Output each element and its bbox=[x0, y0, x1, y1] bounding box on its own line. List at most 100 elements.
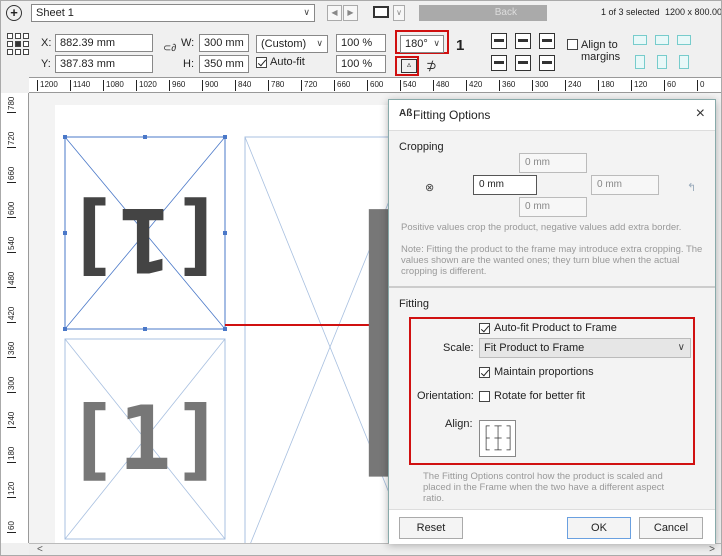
ruler-tick-label: 1020 bbox=[136, 80, 157, 91]
frame-view-dropdown[interactable]: ∨ bbox=[393, 5, 405, 21]
scroll-right-icon[interactable]: > bbox=[709, 544, 715, 555]
ruler-tick-label: 660 bbox=[7, 166, 16, 183]
scale-select[interactable]: Fit Product to Frame ∨ bbox=[479, 338, 691, 358]
fitting-section: Fitting Auto-fit Product to Frame Scale:… bbox=[389, 287, 715, 509]
toolbar-properties: X: 882.39 mm Y: 387.83 mm ⊂∂ W: 300 mm H… bbox=[1, 25, 721, 77]
align-bottom-icon[interactable] bbox=[539, 33, 555, 49]
crop-left-input[interactable]: 0 mm bbox=[473, 175, 537, 195]
reset-button[interactable]: Reset bbox=[399, 517, 463, 539]
align-bottom-center-icon[interactable]: ┴ bbox=[492, 445, 504, 457]
back-button[interactable]: Back bbox=[419, 5, 547, 21]
fitting-options-app-icon: Aß bbox=[399, 108, 413, 119]
align-middle-icon[interactable] bbox=[515, 33, 531, 49]
align-top-center-icon[interactable]: ┬ bbox=[492, 421, 504, 433]
rotation-value: 180° bbox=[405, 38, 428, 50]
align-middle-right-icon[interactable]: ┤ bbox=[504, 433, 516, 445]
frame-view-icon[interactable] bbox=[373, 6, 389, 18]
ruler-tick-label: 1200 bbox=[37, 80, 58, 91]
distribute-bottom-icon[interactable] bbox=[679, 55, 689, 69]
autofit-product-label: Auto-fit Product to Frame bbox=[494, 322, 617, 334]
ruler-tick-label: 420 bbox=[7, 306, 16, 323]
align-top-left-icon[interactable]: ┌ bbox=[480, 421, 492, 433]
distribute-middle-icon[interactable] bbox=[657, 55, 667, 69]
height-input[interactable]: 350 mm bbox=[199, 55, 249, 73]
align-right-icon[interactable] bbox=[539, 55, 555, 71]
rotation-select[interactable]: 180° ∨ bbox=[400, 35, 444, 53]
flip-icon[interactable]: 1 bbox=[456, 37, 464, 54]
align-top-icon[interactable] bbox=[491, 33, 507, 49]
align-bottom-right-icon[interactable]: ┘ bbox=[504, 445, 516, 457]
cancel-button[interactable]: Cancel bbox=[639, 517, 703, 539]
reset-crop-icon[interactable]: ↰ bbox=[687, 181, 696, 194]
align-middle-left-icon[interactable]: ├ bbox=[480, 433, 492, 445]
ruler-tick-label: 540 bbox=[7, 236, 16, 253]
align-left-icon[interactable] bbox=[491, 55, 507, 71]
ruler-tick-label: 660 bbox=[334, 80, 350, 91]
scale-height-input[interactable]: 100 % bbox=[336, 55, 386, 73]
ruler-tick-label: 960 bbox=[169, 80, 185, 91]
distribute-right-icon[interactable] bbox=[677, 35, 691, 45]
y-input[interactable]: 387.83 mm bbox=[55, 55, 153, 73]
align-margins-check-icon[interactable] bbox=[567, 39, 578, 50]
crop-top-input[interactable]: 0 mm bbox=[519, 153, 587, 173]
close-icon[interactable]: × bbox=[696, 105, 705, 123]
maintain-proportions-check-icon[interactable] bbox=[479, 366, 490, 378]
align-bottom-left-icon[interactable]: └ bbox=[480, 445, 492, 457]
vertical-ruler: 780 720 660 600 540 480 420 360 300 240 180 120 60 bbox=[1, 93, 29, 543]
autofit-product-checkbox[interactable]: Auto-fit Product to Frame bbox=[479, 322, 617, 334]
scale-width-input[interactable]: 100 % bbox=[336, 34, 386, 52]
ruler-tick-label: 720 bbox=[301, 80, 317, 91]
previous-sheet-button[interactable]: ◀ bbox=[327, 5, 342, 21]
sheet-page: [1] [1] [ bbox=[55, 105, 415, 543]
crop-right-input[interactable]: 0 mm bbox=[591, 175, 659, 195]
reference-point-grid[interactable] bbox=[7, 33, 29, 55]
link-proportions-icon[interactable]: ⊂∂ bbox=[163, 43, 176, 54]
width-input[interactable]: 300 mm bbox=[199, 34, 249, 52]
ruler-tick-label: 60 bbox=[664, 80, 676, 91]
scale-label: Scale: bbox=[443, 342, 474, 354]
align-to-margins-checkbox[interactable]: Align to margins bbox=[567, 39, 625, 63]
sheet-select[interactable]: Sheet 1 ∨ bbox=[31, 4, 315, 22]
align-center-icon[interactable] bbox=[515, 55, 531, 71]
link-crop-icon[interactable]: ⊗ bbox=[425, 181, 434, 194]
maintain-proportions-checkbox[interactable]: Maintain proportions bbox=[479, 366, 594, 378]
crop-bottom-input[interactable]: 0 mm bbox=[519, 197, 587, 217]
add-sheet-button[interactable]: + bbox=[6, 5, 22, 21]
ruler-tick-label: 240 bbox=[565, 80, 581, 91]
frames-layer: [1] [1] [ bbox=[63, 135, 415, 543]
ruler-tick-label: 720 bbox=[7, 131, 16, 148]
autofit-check-icon[interactable] bbox=[256, 56, 267, 68]
ok-button[interactable]: OK bbox=[567, 517, 631, 539]
align-grid[interactable]: ┌ ┬ ┐ ├ ┼ ┤ └ ┴ ┘ bbox=[479, 420, 516, 457]
scroll-left-icon[interactable]: < bbox=[37, 544, 43, 555]
ruler-tick-label: 180 bbox=[7, 446, 16, 463]
fit-content-icon[interactable]: ⊅ bbox=[426, 58, 437, 74]
align-top-right-icon[interactable]: ┐ bbox=[504, 421, 516, 433]
orientation-label: Orientation: bbox=[417, 390, 474, 402]
rotate-better-fit-check-icon[interactable] bbox=[479, 390, 490, 402]
ruler-tick-label: 420 bbox=[466, 80, 482, 91]
horizontal-scrollbar[interactable]: < > bbox=[29, 543, 721, 555]
ruler-tick-label: 60 bbox=[7, 521, 16, 533]
size-preset-select[interactable]: (Custom) ∨ bbox=[256, 35, 328, 53]
align-center-icon[interactable]: ┼ bbox=[492, 433, 504, 445]
ruler-tick-label: 180 bbox=[598, 80, 614, 91]
app-window: + Sheet 1 ∨ ◀ ▶ ∨ Back 1 of 3 selected 1… bbox=[0, 0, 722, 556]
fitting-options-icon[interactable]: ▵ bbox=[401, 59, 417, 73]
crop-note: Positive values crop the product, negati… bbox=[401, 222, 682, 233]
distribute-top-icon[interactable] bbox=[635, 55, 645, 69]
next-sheet-button[interactable]: ▶ bbox=[343, 5, 358, 21]
sheet-size-status: 1200 x 800.00 m bbox=[665, 7, 722, 17]
autofit-product-check-icon[interactable] bbox=[479, 322, 490, 334]
w-label: W: bbox=[181, 37, 195, 49]
distribute-center-icon[interactable] bbox=[655, 35, 669, 45]
chevron-down-icon: ∨ bbox=[316, 38, 323, 48]
x-input[interactable]: 882.39 mm bbox=[55, 34, 153, 52]
sheet-select-value: Sheet 1 bbox=[36, 7, 74, 19]
ruler-tick-label: 600 bbox=[367, 80, 383, 91]
autofit-checkbox[interactable]: Auto-fit bbox=[256, 56, 305, 68]
distribute-horizontal-icon[interactable] bbox=[633, 35, 647, 45]
size-preset-value: (Custom) bbox=[261, 38, 307, 50]
ruler-tick-label: 480 bbox=[7, 271, 16, 288]
rotate-better-fit-checkbox[interactable]: Rotate for better fit bbox=[479, 390, 585, 402]
